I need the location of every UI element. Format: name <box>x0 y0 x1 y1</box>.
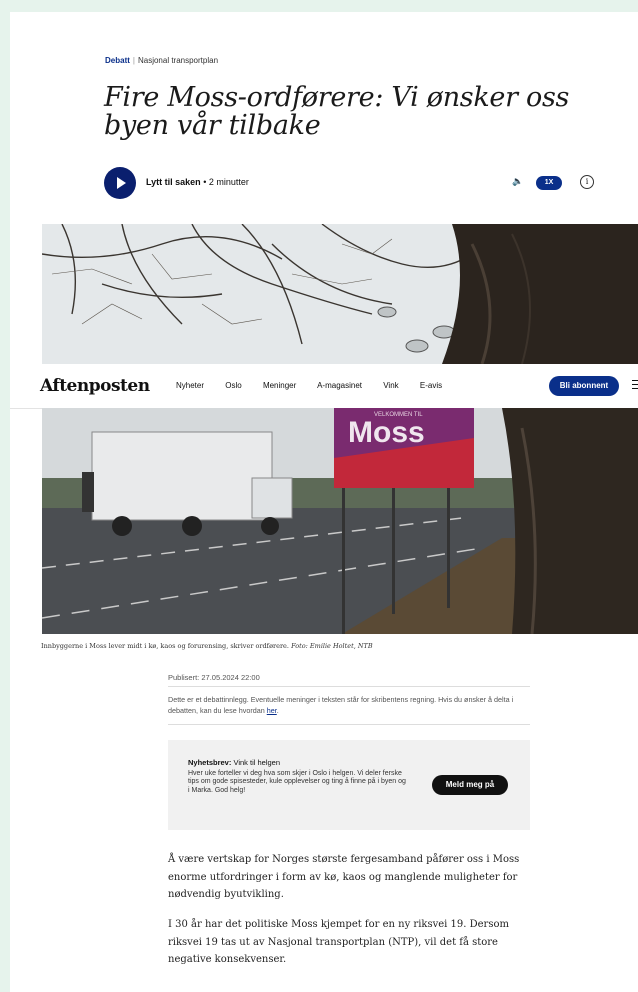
audio-player: Lytt til saken • 2 minutter 🔈 1X i <box>104 167 604 199</box>
nav-link-nyheter[interactable]: Nyheter <box>176 381 204 390</box>
newsletter-label: Nyhetsbrev: <box>188 758 232 767</box>
kicker-divider: | <box>132 56 135 65</box>
menu-icon[interactable] <box>632 380 638 392</box>
nav-link-meninger[interactable]: Meninger <box>263 381 296 390</box>
newsletter-title: Nyhetsbrev: Vink til helgen <box>188 758 280 767</box>
disclaimer-link[interactable]: her <box>267 706 277 715</box>
body-paragraph: Å være vertskap for Norges største ferge… <box>168 854 520 900</box>
kicker: Debatt | Nasjonal transportplan <box>105 56 218 65</box>
nav-link-vink[interactable]: Vink <box>383 381 398 390</box>
newsletter-name: Vink til helgen <box>233 758 281 767</box>
play-button[interactable] <box>104 167 136 199</box>
photo-caption: Innbyggerne i Moss lever midt i kø, kaos… <box>41 642 373 650</box>
disclaimer-period: . <box>276 706 279 715</box>
sign-text: Moss <box>348 416 425 449</box>
divider <box>168 724 530 725</box>
newsletter-signup-button[interactable]: Meld meg på <box>432 775 508 795</box>
nav-link-oslo[interactable]: Oslo <box>225 381 241 390</box>
nav-link-a-magasinet[interactable]: A-magasinet <box>317 381 362 390</box>
speed-button[interactable]: 1X <box>536 176 562 190</box>
listen-text: Lytt til saken <box>146 177 201 187</box>
section-link[interactable]: Debatt <box>105 56 130 65</box>
newsletter-box: Nyhetsbrev: Vink til helgen Hver uke for… <box>168 740 530 830</box>
photo-branches-illustration <box>42 224 638 364</box>
nav-link-e-avis[interactable]: E-avis <box>420 381 442 390</box>
volume-icon[interactable]: 🔈 <box>512 176 523 187</box>
photo-credit: Foto: Emilie Holtet, NTB <box>291 642 373 650</box>
photo-road-illustration: Moss VELKOMMEN TIL <box>42 408 638 634</box>
article-photo-bottom: Moss VELKOMMEN TIL <box>42 408 638 634</box>
sign-subtext: VELKOMMEN TIL <box>374 412 423 418</box>
newsletter-description: Hver uke forteller vi deg hva som skjer … <box>188 770 406 794</box>
audio-duration: • 2 minutter <box>203 177 249 187</box>
article-page: Debatt | Nasjonal transportplan Fire Moss-… <box>10 12 638 992</box>
info-icon[interactable]: i <box>580 175 594 189</box>
caption-text: Innbyggerne i Moss lever midt i kø, kaos… <box>41 642 289 650</box>
body-paragraph: I 30 år har det politiske Moss kjempet f… <box>168 919 509 965</box>
topic-link[interactable]: Nasjonal transportplan <box>138 56 218 65</box>
sticky-navbar: Aftenposten Nyheter Oslo Meninger A-maga… <box>10 364 638 409</box>
debate-disclaimer: Dette er et debattinnlegg. Eventuelle me… <box>168 694 538 716</box>
aftenposten-logo[interactable]: Aftenposten <box>40 376 150 396</box>
subscribe-button[interactable]: Bli abonnent <box>549 376 619 396</box>
published-date: Publisert: 27.05.2024 22:00 <box>168 673 260 682</box>
main-navigation: Nyheter Oslo Meninger A-magasinet Vink E… <box>176 381 461 390</box>
article-photo-top <box>42 224 638 364</box>
disclaimer-text: Dette er et debattinnlegg. Eventuelle me… <box>168 695 514 715</box>
article-title: Fire Moss-ordførere: Vi ønsker oss byen … <box>104 82 570 141</box>
divider <box>168 686 530 687</box>
listen-label: Lytt til saken • 2 minutter <box>146 177 249 187</box>
